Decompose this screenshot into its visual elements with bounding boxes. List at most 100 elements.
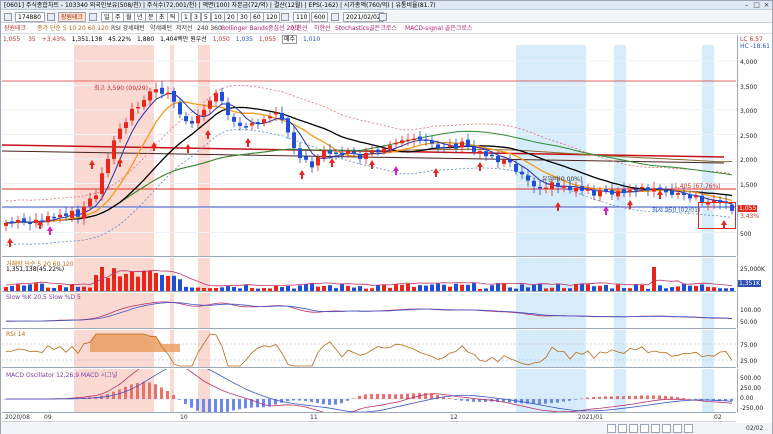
zoom-icon[interactable] [331,13,339,21]
zoom-in-icon[interactable] [629,424,638,433]
candle-body [262,119,266,124]
rsi-pane[interactable]: RSI 14 [2,330,736,368]
highlight-band [198,330,210,367]
interval-30-button[interactable]: 30 [237,12,251,22]
interval-5-button[interactable]: 5 [201,12,211,22]
candle-body [550,182,554,190]
period-second-button[interactable]: 초 [156,12,168,22]
macd-tick: 500.00 [740,375,761,382]
maximize-icon[interactable]: □ [752,1,761,9]
period-tick-button[interactable]: 틱 [167,12,179,22]
price-tick: 500 [740,231,752,238]
calendar-icon[interactable] [379,13,387,21]
prev-icon[interactable] [89,13,97,21]
period-month-button[interactable]: 월 [123,12,135,22]
macd-osc-bar [352,398,355,399]
volume-pane[interactable]: 거래량 단순 5 20 60 120 1,351,138(45.22%) [2,258,736,292]
macd-osc-bar [166,391,169,399]
volume-bar [664,288,668,291]
price-pane[interactable]: 1,055 35 +3.43% 1,351,138 45.22% 1,880 1… [2,35,736,257]
candle-body [112,140,116,160]
macd-pane[interactable]: MACD Oscillator 12,26,9 MACD 시그널 [2,369,736,413]
candle-body [562,186,566,188]
rsi-axis: 75.00 25.00 [737,330,772,368]
settings-icon[interactable] [684,424,693,433]
macd-osc-bar [568,399,571,401]
candle-body [172,90,176,102]
minimize-icon[interactable]: – [742,1,751,9]
candle-body [370,151,374,153]
volume-bar [328,285,332,291]
volume-bar [580,284,584,291]
macd-osc-bar [226,399,229,412]
interval-1-button[interactable]: 1 [181,12,191,22]
candle-body [478,151,482,153]
candle-body [250,123,254,126]
stoch-axis: 100.00 50.00 [737,293,772,329]
stoch-pane[interactable]: Slow %K 20,5 Slow %D 5 [2,293,736,329]
interval-10-button[interactable]: 10 [211,12,225,22]
fit-icon[interactable] [651,424,660,433]
candle-body [316,157,320,166]
high-annotation: 최고 3,590 (09/29) [94,85,149,92]
macd-osc-bar [634,395,637,399]
macd-osc-bar [472,399,475,402]
macd-axis: 500.00 250.00 0.00 -250.00 [737,369,772,413]
candle-body [196,115,200,124]
grid-icon[interactable] [662,424,671,433]
candle-body [28,221,32,225]
menu-icon[interactable] [4,13,12,21]
price-tick: 2,000 [740,157,758,164]
macd-osc-bar [202,399,205,412]
interval-20-button[interactable]: 20 [224,12,238,22]
interval-60-button[interactable]: 60 [250,12,264,22]
count-value[interactable]: 600 [311,12,329,22]
volume-bar [676,286,680,291]
volume-sublabel: 1,351,138(45.22%) [6,266,65,273]
candle-body [418,136,422,140]
count-input[interactable]: 110 [293,12,311,22]
volume-bar [76,286,80,291]
volume-bar [118,276,122,291]
print-icon[interactable] [673,424,682,433]
period-minute-button[interactable]: 분 [145,12,157,22]
period-week-button[interactable]: 주 [112,12,124,22]
scroll-right-icon[interactable] [618,424,627,433]
macd-osc-bar [232,399,235,411]
macd-osc-bar [124,386,127,399]
candle-body [646,187,650,191]
candle-body [178,102,182,115]
config-icon[interactable] [281,13,289,21]
macd-osc-bar [190,399,193,408]
candle-body [88,198,92,207]
close-icon[interactable]: × [762,1,771,9]
interval-120-button[interactable]: 120 [263,12,281,22]
candle-body [586,189,590,191]
highlight-band [170,369,174,412]
volume-bar [70,284,74,291]
candle-body [538,186,542,189]
hc-label: HC -18.61 [740,43,770,50]
candle-body [94,195,98,200]
candle-body [268,116,272,119]
candle-body [340,152,344,156]
info-resist-label: 저저선 [176,25,193,32]
date-input[interactable]: 2021/02/02 [343,12,384,22]
period-year-button[interactable]: 년 [134,12,146,22]
rsi-label: RSI 14 [6,331,26,338]
volume-bar [112,268,116,291]
highlight-band [702,330,714,367]
stock-code-input[interactable]: 174880 [15,12,45,22]
period-day-button[interactable]: 일 [101,12,113,22]
volume-bar [418,285,422,291]
search-icon[interactable] [47,13,55,21]
stock-name-field[interactable]: 장원테크 [58,12,87,22]
zoom-out-icon[interactable] [640,424,649,433]
candle-body [352,151,356,154]
level-annotation: 1,405 (67.76%) [674,183,721,190]
macd-osc-bar [184,399,187,404]
volume-bar [508,287,512,291]
scroll-left-icon[interactable] [607,424,616,433]
interval-3-button[interactable]: 3 [191,12,201,22]
macd-osc-bar [538,399,541,405]
